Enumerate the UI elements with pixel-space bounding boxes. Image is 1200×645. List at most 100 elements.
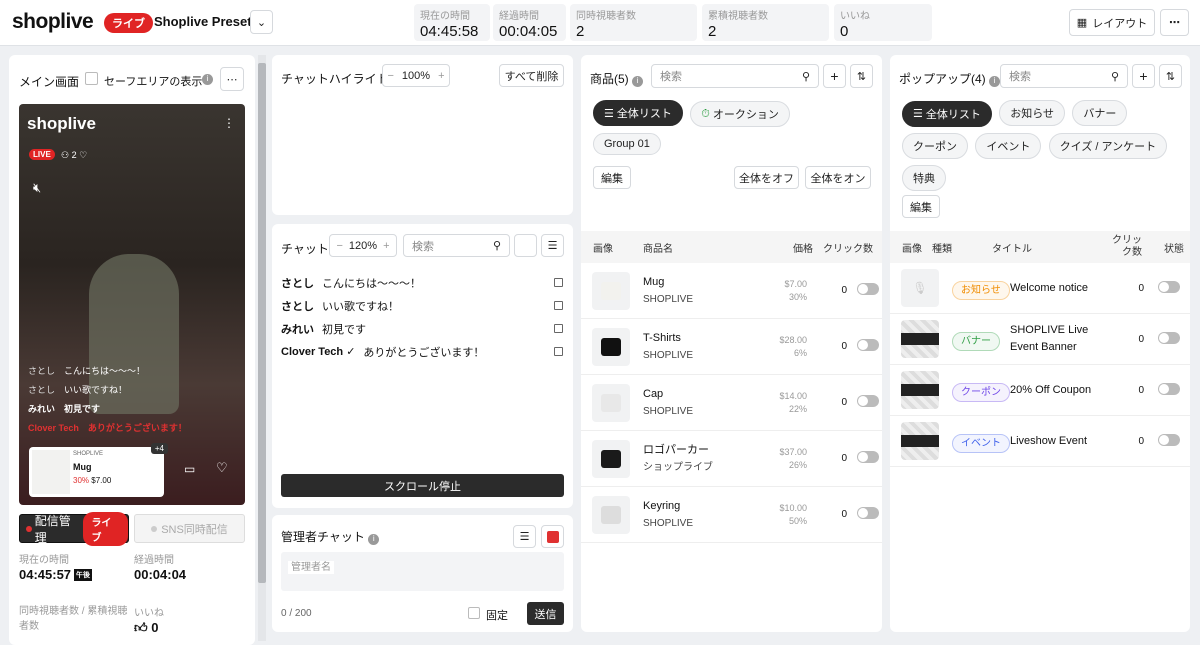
layout-button[interactable]: ▦ レイアウト: [1069, 9, 1155, 36]
elapsed-label: 経過時間: [134, 555, 174, 566]
highlight-zoom-stepper[interactable]: − 100% +: [382, 64, 450, 87]
copy-icon[interactable]: [554, 278, 563, 287]
popup-row[interactable]: イベント Liveshow Event 0: [890, 416, 1190, 467]
product-clicks: 0: [841, 453, 847, 464]
preset-dropdown[interactable]: ⌄: [250, 10, 273, 34]
search-icon: ⚲: [801, 70, 810, 83]
panel-title: 管理者チャット i: [281, 528, 380, 545]
popup-table-header: 画像 種類 タイトル クリック数 状態: [890, 231, 1190, 263]
product-card[interactable]: SHOPLIVE Mug 30% $7.00 +4: [29, 443, 168, 497]
product-name: Mug: [73, 462, 92, 472]
product-row[interactable]: ロゴパーカー ショップライブ $37.00 26% 0: [581, 431, 882, 487]
product-clicks: 0: [841, 509, 847, 520]
chat-highlight-panel: チャットハイライト − 100% + すべて削除: [272, 55, 573, 215]
product-clicks: 0: [841, 285, 847, 296]
video-more-icon[interactable]: ⋮: [223, 116, 235, 130]
chip-banner[interactable]: バナー: [1072, 100, 1128, 126]
chip-auction[interactable]: ⏱ オークション: [690, 101, 790, 127]
chip-quiz[interactable]: クイズ / アンケート: [1048, 132, 1168, 159]
admin-name-input[interactable]: 管理者名: [288, 561, 334, 574]
broadcast-control-button[interactable]: 配信管理 ライブ: [19, 511, 129, 546]
panel-title: 商品(5) i: [590, 70, 644, 87]
popup-row[interactable]: 🎙︎ お知らせ Welcome notice 0: [890, 263, 1190, 314]
scrollbar[interactable]: [258, 55, 266, 641]
product-row[interactable]: T-Shirts SHOPLIVE $28.00 6% 0: [581, 319, 882, 375]
product-thumbnail: [592, 327, 630, 366]
product-visibility-toggle[interactable]: [857, 395, 879, 407]
sns-simulcast-button[interactable]: SNS同時配信: [134, 514, 245, 543]
main-more-button[interactable]: ⋯: [220, 67, 244, 91]
popup-row[interactable]: バナー SHOPLIVE Live Event Banner 0: [890, 314, 1190, 365]
mute-icon[interactable]: 🔇︎: [33, 180, 41, 196]
chat-zoom-stepper[interactable]: − 120% +: [329, 234, 397, 257]
clear-all-button[interactable]: すべて削除: [499, 64, 564, 87]
stop-scroll-button[interactable]: スクロール停止: [281, 474, 564, 497]
product-visibility-toggle[interactable]: [857, 507, 879, 519]
admin-message-input[interactable]: 管理者名: [281, 552, 564, 591]
product-row[interactable]: Cap SHOPLIVE $14.00 22% 0: [581, 375, 882, 431]
chat-list-button[interactable]: ☰: [541, 234, 564, 257]
product-thumbnail: [592, 271, 630, 310]
popup-status-toggle[interactable]: [1158, 331, 1180, 344]
chip-all-list[interactable]: ☰ 全体リスト: [593, 100, 683, 126]
product-thumbnail: [592, 383, 630, 422]
product-row[interactable]: Keyring SHOPLIVE $10.00 50% 0: [581, 487, 882, 543]
sort-button[interactable]: ⇅: [850, 64, 873, 88]
copy-icon[interactable]: [554, 324, 563, 333]
popup-status-toggle[interactable]: [1158, 280, 1180, 293]
send-button[interactable]: 送信: [527, 602, 564, 625]
product-row[interactable]: Mug SHOPLIVE $7.00 30% 0: [581, 263, 882, 319]
product-visibility-toggle[interactable]: [857, 339, 879, 351]
admin-list-button[interactable]: ☰: [513, 525, 536, 548]
pin-checkbox[interactable]: [468, 607, 480, 619]
popup-thumbnail: 🎙︎: [901, 269, 939, 307]
viewer-count: ⚇ 2 ♡: [61, 150, 88, 160]
product-brand: SHOPLIVE: [643, 349, 694, 361]
popup-title: Welcome notice: [1010, 281, 1089, 294]
more-button[interactable]: ⋯: [1160, 9, 1189, 36]
product-discount: 50%: [788, 515, 807, 526]
all-on-button[interactable]: 全体をオン: [805, 166, 871, 189]
admin-chat-panel: 管理者チャット i ☰ 管理者名 0 / 200 固定 送信: [272, 515, 573, 632]
add-product-button[interactable]: +: [823, 64, 846, 88]
chat-bubble-icon[interactable]: ▭: [184, 462, 195, 476]
chip-group[interactable]: Group 01: [593, 133, 661, 155]
table-icon: ▦: [1076, 17, 1088, 29]
all-off-button[interactable]: 全体をオフ: [734, 166, 799, 189]
edit-button[interactable]: 編集: [593, 166, 631, 189]
popup-status-toggle[interactable]: [1158, 433, 1180, 446]
color-picker-button[interactable]: [541, 525, 564, 548]
popup-table-body: 🎙︎ お知らせ Welcome notice 0 バナー SHOPLIVE Li…: [890, 263, 1190, 467]
product-name: Cap: [643, 387, 664, 400]
popup-title: SHOPLIVE Live Event Banner: [1010, 324, 1089, 353]
popup-status-toggle[interactable]: [1158, 382, 1180, 395]
video-chat-overlay: さとし こんにちは〜〜〜！ さとし いい歌ですね！ みれい 初見です Clove…: [28, 366, 187, 433]
copy-icon[interactable]: [554, 347, 563, 356]
heart-icon[interactable]: ♡: [216, 460, 228, 476]
product-brand: SHOPLIVE: [643, 293, 694, 305]
popup-clicks: 0: [1138, 384, 1144, 396]
chip-benefit[interactable]: 特典: [902, 164, 946, 191]
copy-icon[interactable]: [554, 301, 563, 310]
product-visibility-toggle[interactable]: [857, 283, 879, 295]
chat-message: みれい 初見です: [281, 317, 563, 340]
product-search-input[interactable]: 検索 ⚲: [651, 64, 819, 88]
add-popup-button[interactable]: +: [1132, 64, 1155, 88]
popup-search-input[interactable]: 検索 ⚲: [1000, 64, 1128, 88]
chip-all-list[interactable]: ☰ 全体リスト: [902, 100, 992, 127]
chip-coupon[interactable]: クーポン: [902, 132, 968, 159]
safe-area-checkbox[interactable]: [85, 72, 98, 85]
product-filter-chips: ☰ 全体リスト ⏱ オークション Group 01: [593, 100, 878, 161]
sort-button[interactable]: ⇅: [1159, 64, 1182, 88]
main-screen-panel: メイン画面 セーフエリアの表示 i ⋯ shoplive ⋮ LIVE ⚇ 2 …: [9, 55, 255, 645]
panel-title: チャットハイライト: [281, 72, 389, 86]
product-visibility-toggle[interactable]: [857, 451, 879, 463]
chat-search-input[interactable]: 検索 ⚲: [403, 234, 510, 257]
more-icon: ⋯: [1169, 17, 1180, 29]
edit-button[interactable]: 編集: [902, 195, 940, 218]
popup-row[interactable]: クーポン 20% Off Coupon 0: [890, 365, 1190, 416]
chip-notice[interactable]: お知らせ: [999, 100, 1066, 126]
chat-option-button[interactable]: [514, 234, 537, 257]
list-icon: ☰: [547, 240, 558, 252]
chip-event[interactable]: イベント: [975, 132, 1042, 159]
